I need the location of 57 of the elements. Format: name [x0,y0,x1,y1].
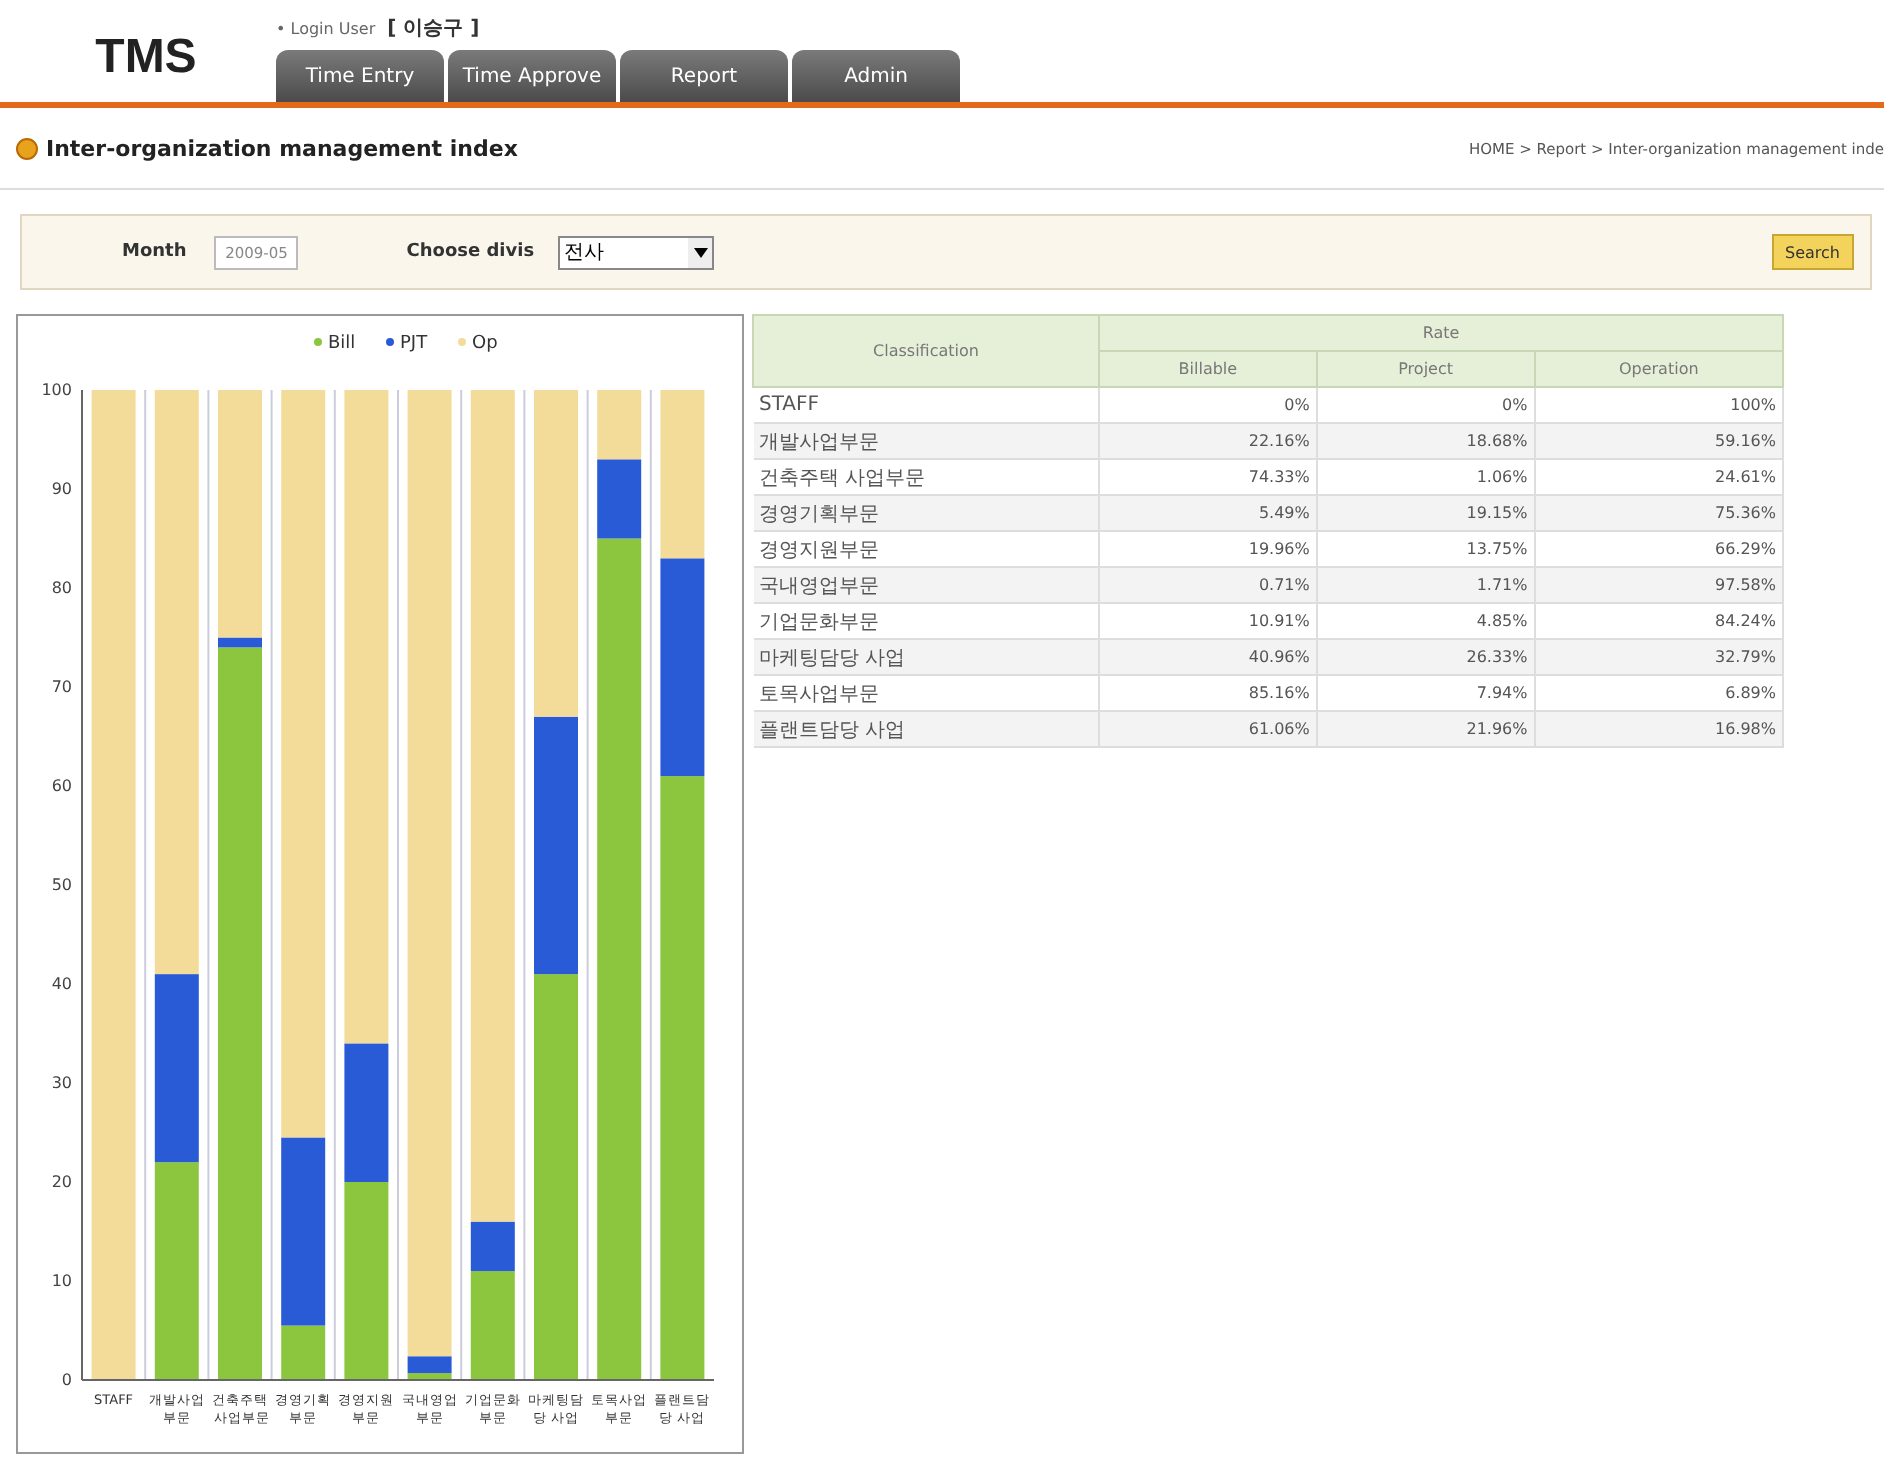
table-cell: 19.15% [1316,495,1535,531]
legend-label: Op [472,334,498,354]
group-header: Rate [1099,315,1783,351]
tick-label: 50 [51,876,72,894]
column-header: Operation [1534,351,1783,387]
table-cell: 61.06% [1099,711,1317,747]
legend-label: Bill [328,334,356,354]
table-cell: 26.33% [1316,639,1535,675]
table-cell: 18.68% [1316,423,1535,459]
nav-tab[interactable]: Time Approve [448,50,616,102]
table-cell: 0.71% [1099,567,1317,603]
nav-tab[interactable]: Report [620,50,788,102]
tick-label: 30 [51,1074,72,1092]
dropdown-arrow-icon [693,247,708,257]
bullet-icon [16,137,38,159]
column-header: Billable [1099,351,1317,387]
table-cell: 경영기획부문 [753,495,1099,531]
search-button[interactable]: Search [1771,234,1854,270]
table-cell: 개발사업부문 [753,423,1099,459]
table-cell: 국내영업부문 [753,567,1099,603]
legend-label: PJT [400,334,428,354]
tick-label: 60 [51,777,72,795]
table-cell: 22.16% [1099,423,1317,459]
tick-label: 0 [61,1371,72,1389]
table-cell: 40.96% [1099,639,1317,675]
tick-label: 90 [51,480,72,498]
tick-label: 100 [41,381,72,399]
legend-marker [314,338,322,346]
legend-marker [386,338,394,346]
tick-label: 40 [51,975,72,993]
table-cell: 59.16% [1534,423,1783,459]
tick-label: 80 [51,579,72,597]
table-cell: 5.49% [1099,495,1317,531]
table-cell: 75.36% [1534,495,1783,531]
division-select[interactable]: 전사 [558,235,715,269]
month-label: Month [122,242,187,262]
table-cell: 마케팅담당 사업 [753,639,1099,675]
table-cell: 21.96% [1316,711,1535,747]
login-label: • Login User [276,19,376,37]
logo-text: TMS [93,30,199,88]
table-cell: 1.71% [1316,567,1535,603]
nav-tab[interactable]: Admin [792,50,960,102]
tick-label: 20 [51,1173,72,1191]
division-label: Choose divis [406,242,535,262]
column-header: Classification [753,315,1099,387]
table-cell: 32.79% [1534,639,1783,675]
page-title: Inter-organization management index [46,135,518,161]
table-cell: 플랜트담당 사업 [753,711,1099,747]
bar-segment [597,390,642,460]
table-cell: 16.98% [1534,711,1783,747]
login-user: [ 이승구 ] [387,16,480,42]
nav-tab[interactable]: Time Entry [276,50,444,102]
legend-marker [458,338,466,346]
column-header: Project [1316,351,1535,387]
table-cell: 97.58% [1534,567,1783,603]
tick-label: 70 [51,678,72,696]
tick-label: 10 [51,1272,72,1290]
